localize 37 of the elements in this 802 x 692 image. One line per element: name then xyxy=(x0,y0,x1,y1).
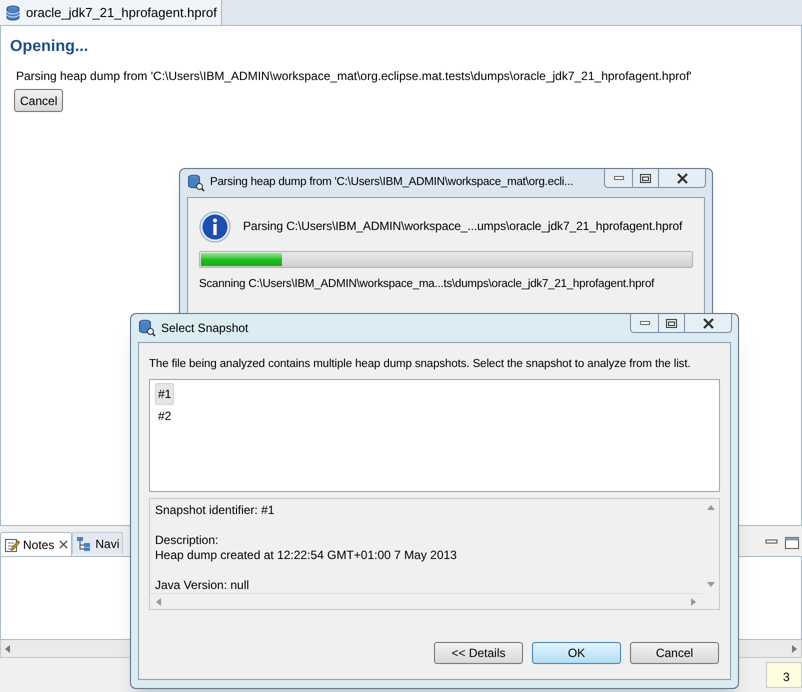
dialog-button[interactable]: << Details xyxy=(434,642,523,664)
close-icon xyxy=(676,172,688,184)
panel-tab[interactable]: Navi xyxy=(72,532,124,554)
details-text: Java Version: null xyxy=(155,578,250,594)
dialog-button[interactable]: Cancel xyxy=(630,642,719,664)
maximize-icon[interactable] xyxy=(784,536,800,550)
hierarchy-icon xyxy=(76,536,92,552)
panel-tab[interactable]: Notes xyxy=(0,532,72,556)
cancel-button[interactable]: Cancel xyxy=(14,89,64,112)
dump-search-icon xyxy=(138,319,156,337)
progress-status: Scanning C:\Users\IBM_ADMIN\workspace_ma...ts\dumps\oracle_jdk7_21_hprofagent.hprof xyxy=(199,277,654,292)
close-icon xyxy=(702,318,714,328)
snapshot-item[interactable]: #1 xyxy=(155,383,174,406)
minimize-icon xyxy=(640,321,650,325)
progress-message: Parsing C:\Users\IBM_ADMIN\workspace_...umps\oracle_jdk7_21_hprofagent.hprof xyxy=(243,218,682,235)
dialog-button[interactable]: OK xyxy=(532,642,621,664)
details-text: Snapshot identifier: #1 xyxy=(155,503,276,518)
dialog-title: Select Snapshot xyxy=(161,320,248,337)
instruction-text: The file being analyzed contains multiple heap dump snapshots. Select the snapshot to analyze from the list. xyxy=(149,357,692,372)
restore-icon xyxy=(666,318,677,328)
page-heading: Opening... xyxy=(10,37,90,57)
right-arrow-icon[interactable] xyxy=(791,644,797,652)
details-text: Description: Heap dump created at 12:22:54 GMT+01:00 7 May 2013 xyxy=(155,533,458,564)
minimize-icon xyxy=(614,176,624,180)
editor-tab[interactable]: oracle_jdk7_21_hprofagent.hprof xyxy=(0,0,222,25)
database-icon xyxy=(5,4,21,20)
dialog-title: Parsing heap dump from 'C:\Users\IBM_ADMIN\workspace_mat\org.ecli... xyxy=(210,175,574,190)
info-icon xyxy=(199,211,231,243)
restore-icon xyxy=(640,174,651,182)
left-arrow-icon[interactable] xyxy=(5,644,11,652)
pencil-note-icon xyxy=(4,536,20,552)
status-message: Parsing heap dump from 'C:\Users\IBM_ADMIN\workspace_mat\org.eclipse.mat.tests\dumps\oracle_jdk7_21_hprofagent.hprof' xyxy=(16,68,693,85)
close-icon[interactable] xyxy=(59,540,68,549)
dump-search-icon xyxy=(187,174,205,192)
tab-label: oracle_jdk7_21_hprofagent.hprof xyxy=(26,4,217,22)
status-field: 3 xyxy=(766,662,802,688)
snapshot-item[interactable]: #2 xyxy=(155,405,174,428)
